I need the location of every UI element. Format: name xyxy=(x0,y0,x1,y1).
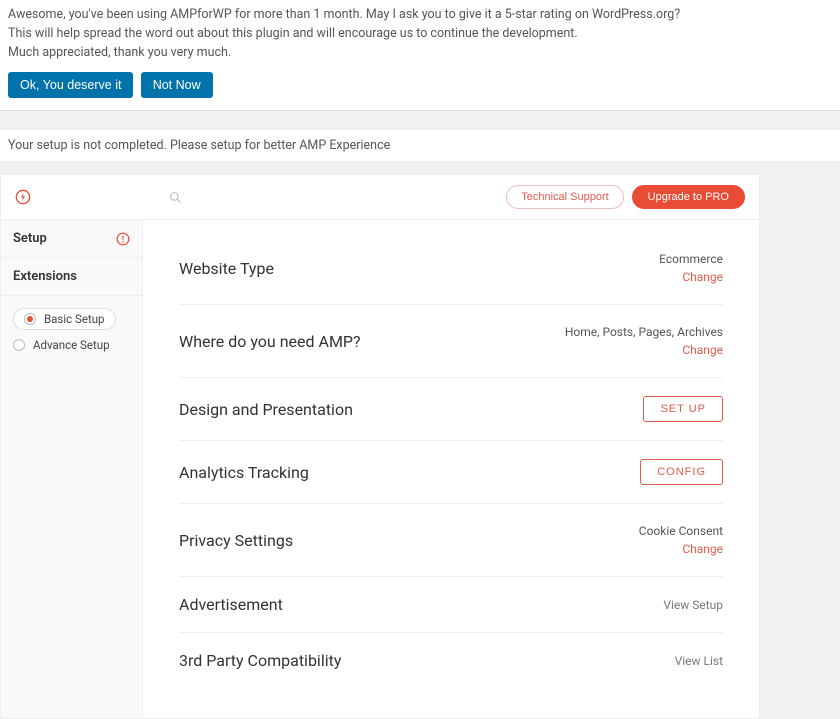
row-title: Website Type xyxy=(179,259,274,278)
amp-logo-icon xyxy=(15,189,31,205)
view-setup-link[interactable]: View Setup xyxy=(663,598,723,612)
row-value: Ecommerce xyxy=(659,252,723,266)
radio-advance-setup[interactable]: Advance Setup xyxy=(13,334,130,356)
row-value: Cookie Consent xyxy=(639,524,723,538)
row-title: 3rd Party Compatibility xyxy=(179,651,341,670)
notice-line-3: Much appreciated, thank you very much. xyxy=(8,44,832,63)
not-now-button[interactable]: Not Now xyxy=(141,72,213,98)
notice-line-1: Awesome, you've been using AMPforWP for … xyxy=(8,6,832,25)
radio-advance-label: Advance Setup xyxy=(33,338,110,352)
radio-icon xyxy=(24,313,36,325)
row-privacy: Privacy Settings Cookie Consent Change xyxy=(179,504,723,577)
row-analytics: Analytics Tracking CONFIG xyxy=(179,441,723,504)
warning-icon xyxy=(116,232,130,246)
row-website-type: Website Type Ecommerce Change xyxy=(179,240,723,305)
settings-panel: Technical Support Upgrade to PRO Setup E… xyxy=(0,174,760,719)
main-content: Website Type Ecommerce Change Where do y… xyxy=(143,220,759,718)
setup-incomplete-notice: Your setup is not completed. Please setu… xyxy=(0,129,840,162)
top-bar: Technical Support Upgrade to PRO xyxy=(1,175,759,220)
row-title: Analytics Tracking xyxy=(179,463,309,482)
radio-icon xyxy=(13,339,25,351)
sidebar-item-extensions[interactable]: Extensions xyxy=(1,258,142,296)
row-need-amp: Where do you need AMP? Home, Posts, Page… xyxy=(179,305,723,378)
rating-notice: Awesome, you've been using AMPforWP for … xyxy=(0,0,840,111)
row-title: Design and Presentation xyxy=(179,400,353,419)
change-link[interactable]: Change xyxy=(639,540,723,558)
sidebar: Setup Extensions Basic Setup Advance Set xyxy=(1,220,143,718)
sidebar-setup-label: Setup xyxy=(13,231,47,246)
search-icon[interactable] xyxy=(169,191,182,204)
ok-button[interactable]: Ok, You deserve it xyxy=(8,72,133,98)
row-title: Where do you need AMP? xyxy=(179,332,361,351)
config-button[interactable]: CONFIG xyxy=(640,459,723,485)
change-link[interactable]: Change xyxy=(659,268,723,286)
row-title: Privacy Settings xyxy=(179,531,293,550)
view-list-link[interactable]: View List xyxy=(675,654,723,668)
sidebar-item-setup[interactable]: Setup xyxy=(1,220,142,258)
row-compatibility: 3rd Party Compatibility View List xyxy=(179,633,723,688)
upgrade-pro-button[interactable]: Upgrade to PRO xyxy=(632,185,745,209)
sidebar-extensions-label: Extensions xyxy=(13,269,77,284)
row-title: Advertisement xyxy=(179,595,283,614)
row-value: Home, Posts, Pages, Archives xyxy=(565,325,723,339)
row-advertisement: Advertisement View Setup xyxy=(179,577,723,633)
radio-basic-label: Basic Setup xyxy=(44,312,105,326)
row-design: Design and Presentation SET UP xyxy=(179,378,723,441)
setup-button[interactable]: SET UP xyxy=(643,396,723,422)
radio-basic-setup[interactable]: Basic Setup xyxy=(13,304,130,334)
notice-line-2: This will help spread the word out about… xyxy=(8,25,832,44)
change-link[interactable]: Change xyxy=(565,341,723,359)
technical-support-button[interactable]: Technical Support xyxy=(506,185,623,209)
